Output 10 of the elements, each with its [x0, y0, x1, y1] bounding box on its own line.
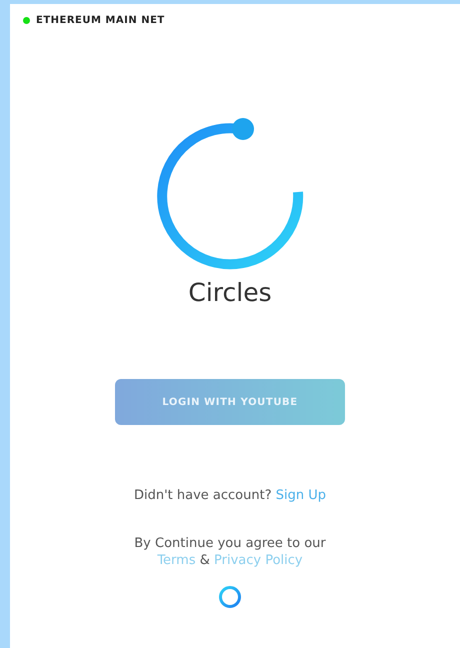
legal-notice: By Continue you agree to our Terms & Privacy Policy	[134, 535, 326, 569]
privacy-policy-link[interactable]: Privacy Policy	[214, 553, 303, 568]
sign-up-link[interactable]: Sign Up	[276, 488, 326, 503]
loading-spinner-icon	[218, 585, 242, 609]
terms-link[interactable]: Terms	[157, 553, 196, 568]
signup-prompt: Didn't have account? Sign Up	[134, 487, 326, 504]
network-label: ETHEREUM MAIN NET	[36, 15, 165, 26]
status-dot	[23, 17, 30, 24]
login-button[interactable]: LOGIN WITH YOUTUBE	[115, 379, 345, 425]
app-title: Circles	[188, 278, 272, 307]
